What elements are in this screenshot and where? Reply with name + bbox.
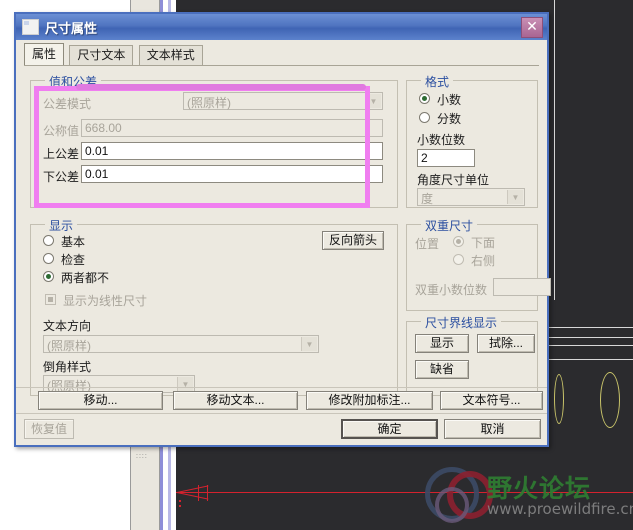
watermark-url: www.proewildfire.cn — [487, 500, 633, 518]
cad-geometry-ellipse — [554, 374, 564, 424]
witness-default-button[interactable]: 缺省 — [415, 360, 469, 379]
show-as-linear-label: 显示为线性尺寸 — [63, 294, 148, 308]
witness-line-group: 尺寸界线显示 显示 拭除... 缺省 — [406, 314, 538, 396]
window-icon — [22, 19, 39, 35]
radio-neither-label: 两者都不 — [61, 271, 110, 285]
radio-dual-right — [453, 254, 464, 265]
dimension-properties-dialog[interactable]: 尺寸属性 ✕ 属性 尺寸文本 文本样式 值和公差 公差模式 (照原样) ▼ 公称… — [14, 12, 551, 447]
radio-fraction-label: 分数 — [437, 112, 462, 126]
tolerance-group-label: 值和公差 — [45, 73, 102, 90]
modify-attached-note-button[interactable]: 修改附加标注... — [306, 391, 433, 410]
angle-unit-value: 度 — [421, 192, 434, 206]
cad-dotted-marker: :::: — [136, 453, 148, 460]
dual-decimal-places-label: 双重小数位数 — [415, 283, 488, 297]
text-direction-combo[interactable]: (照原样) ▼ — [43, 335, 319, 353]
display-group: 显示 基本 检查 两者都不 反向箭头 显示为线性尺寸 文本方向 (照原样) ▼ … — [30, 217, 398, 396]
display-group-label: 显示 — [45, 217, 78, 234]
radio-dual-below — [453, 236, 464, 247]
radio-neither[interactable] — [43, 271, 54, 282]
lower-tolerance-field[interactable]: 0.01 — [81, 165, 383, 183]
tab-properties[interactable]: 属性 — [24, 43, 65, 65]
decimal-places-label: 小数位数 — [417, 133, 466, 147]
radio-dual-below-label: 下面 — [471, 236, 496, 250]
tab-bar[interactable]: 属性 尺寸文本 文本样式 — [16, 40, 547, 65]
format-group-label: 格式 — [421, 73, 454, 90]
upper-tolerance-field[interactable]: 0.01 — [81, 142, 383, 160]
chevron-down-icon[interactable]: ▼ — [365, 94, 381, 108]
cad-point-marker — [179, 500, 181, 502]
witness-show-button[interactable]: 显示 — [415, 334, 469, 353]
nominal-value-label: 公称值 — [43, 124, 80, 138]
dialog-body: 值和公差 公差模式 (照原样) ▼ 公称值 668.00 上公差 0.01 下公… — [16, 66, 551, 396]
nominal-value-field: 668.00 — [81, 119, 383, 137]
cad-geometry-ellipse — [600, 372, 620, 428]
chevron-down-icon[interactable]: ▼ — [507, 190, 523, 204]
watermark-ring-purple — [435, 487, 469, 523]
dialog-titlebar[interactable]: 尺寸属性 ✕ — [16, 14, 547, 40]
tolerance-mode-combo[interactable]: (照原样) ▼ — [183, 92, 383, 110]
tolerance-mode-label: 公差模式 — [43, 97, 92, 111]
action-button-row: 移动... 移动文本... 修改附加标注... 文本符号... — [16, 387, 547, 414]
radio-fraction[interactable] — [419, 112, 430, 123]
text-symbol-button[interactable]: 文本符号... — [440, 391, 543, 410]
text-direction-label: 文本方向 — [43, 319, 92, 333]
chamfer-style-label: 倒角样式 — [43, 360, 92, 374]
ok-button[interactable]: 确定 — [341, 419, 438, 439]
witness-line-group-label: 尺寸界线显示 — [421, 314, 502, 331]
upper-tolerance-label: 上公差 — [43, 147, 80, 161]
radio-decimal[interactable] — [419, 93, 430, 104]
dialog-title: 尺寸属性 — [45, 20, 98, 36]
format-group: 格式 小数 分数 小数位数 2 角度尺寸单位 度 ▼ — [406, 73, 538, 208]
cad-point-marker — [179, 505, 181, 507]
radio-inspect[interactable] — [43, 253, 54, 264]
radio-inspect-label: 检查 — [61, 253, 86, 267]
cad-arrow-edge — [176, 492, 209, 500]
dialog-footer: 恢复值 确定 取消 — [16, 413, 547, 445]
cancel-button[interactable]: 取消 — [444, 419, 541, 439]
radio-basic[interactable] — [43, 235, 54, 246]
show-as-linear-checkbox — [45, 294, 56, 305]
cad-geometry-vline — [554, 0, 555, 300]
tab-dimension-text[interactable]: 尺寸文本 — [69, 45, 134, 65]
chevron-down-icon[interactable]: ▼ — [301, 337, 317, 351]
radio-basic-label: 基本 — [61, 235, 86, 249]
tolerance-group: 值和公差 公差模式 (照原样) ▼ 公称值 668.00 上公差 0.01 下公… — [30, 73, 398, 208]
forum-watermark: 野火论坛 www.proewildfire.cn — [425, 465, 633, 525]
lower-tolerance-label: 下公差 — [43, 170, 80, 184]
angle-unit-combo[interactable]: 度 ▼ — [417, 188, 525, 206]
angle-unit-label: 角度尺寸单位 — [417, 173, 490, 187]
radio-decimal-label: 小数 — [437, 93, 462, 107]
radio-dual-right-label: 右侧 — [471, 254, 496, 268]
dual-dimension-group-label: 双重尺寸 — [421, 217, 478, 234]
tab-text-style[interactable]: 文本样式 — [138, 45, 203, 65]
tolerance-mode-value: (照原样) — [187, 96, 231, 110]
close-icon[interactable]: ✕ — [521, 17, 543, 38]
decimal-places-field[interactable]: 2 — [417, 149, 475, 167]
move-button[interactable]: 移动... — [38, 391, 163, 410]
witness-erase-button[interactable]: 拭除... — [477, 334, 535, 353]
text-direction-value: (照原样) — [47, 339, 91, 353]
dual-position-label: 位置 — [415, 237, 440, 251]
flip-arrow-button[interactable]: 反向箭头 — [322, 231, 384, 250]
dual-decimal-places-field — [493, 278, 551, 296]
cad-arrow-tail — [198, 485, 199, 501]
move-text-button[interactable]: 移动文本... — [173, 391, 298, 410]
restore-values-button: 恢复值 — [24, 419, 74, 439]
dual-dimension-group: 双重尺寸 位置 下面 右侧 双重小数位数 — [406, 217, 551, 311]
